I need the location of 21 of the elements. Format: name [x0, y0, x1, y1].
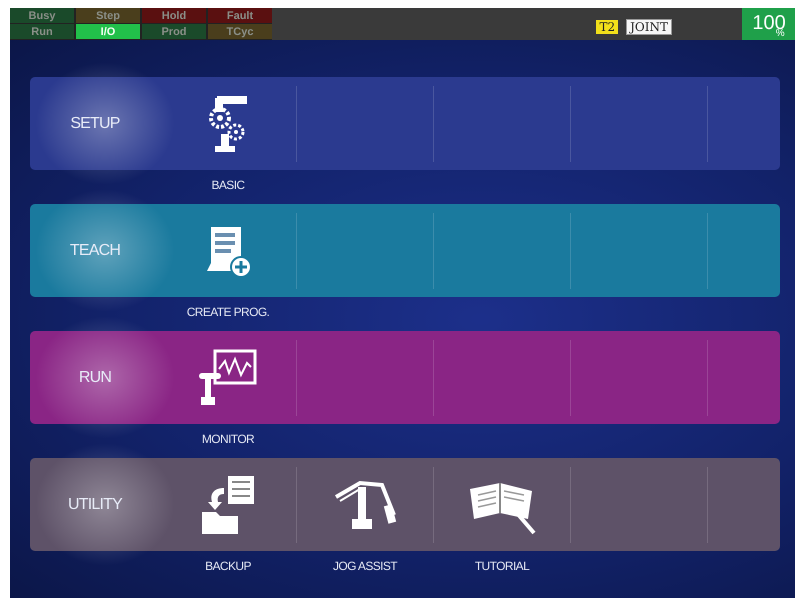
status-lamp: Prod	[142, 24, 206, 39]
menu-item-button[interactable]: BASIC	[160, 77, 296, 202]
mode-badge: T2	[596, 20, 618, 34]
status-lamp: I/O	[76, 24, 140, 39]
status-lamp: Step	[76, 8, 140, 23]
menu-item-button[interactable]: JOG ASSIST	[297, 458, 433, 583]
menu-item-button[interactable]: BACKUP	[160, 458, 296, 583]
status-lamp: Busy	[10, 8, 74, 23]
category-label: SETUP	[70, 114, 120, 132]
robot-monitor-icon	[197, 348, 259, 406]
mode-badge: JOINT	[626, 19, 672, 35]
menu-item-button[interactable]: TUTORIAL	[434, 458, 570, 583]
category-label: UTILITY	[68, 496, 122, 514]
menu-item-button[interactable]: MONITOR	[160, 331, 296, 456]
menu-item-button[interactable]: CREATE PROG.	[160, 204, 296, 329]
status-lamp: Hold	[142, 8, 206, 23]
status-lamp: Fault	[208, 8, 272, 23]
category-label: RUN	[78, 368, 112, 386]
status-lamp: Run	[10, 24, 74, 39]
category-label: TEACH	[70, 242, 120, 260]
status-lamp: TCyc	[208, 24, 272, 39]
